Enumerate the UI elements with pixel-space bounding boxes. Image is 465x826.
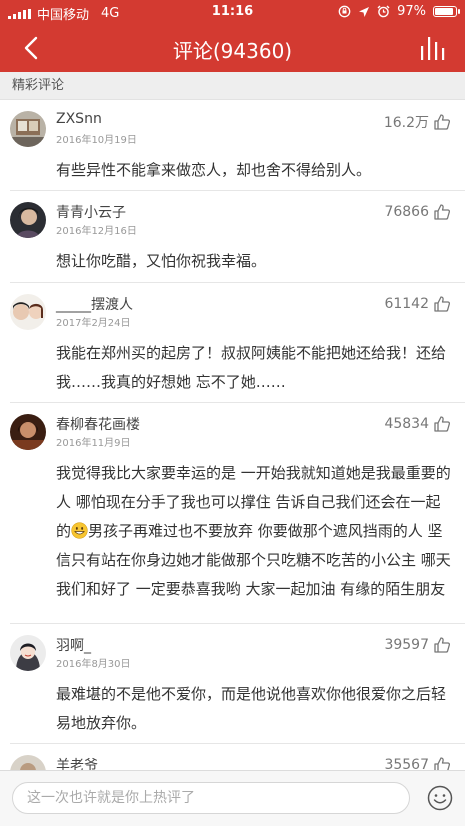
comment-item[interactable]: 羽啊_ 2016年8月30日 39597 最难堪的不是他不爱你，而是他说他喜欢你… [10,624,465,744]
comment-input[interactable]: 这一次也许就是你上热评了 [12,782,410,814]
thumb-up-icon[interactable] [433,415,451,433]
comment-username[interactable]: 羽啊_ [56,635,91,655]
rotation-lock-icon [338,5,351,18]
thumb-up-icon[interactable] [433,756,451,770]
section-header: 精彩评论 [0,72,465,100]
comment-username[interactable]: 春柳春花画楼 [56,414,140,434]
status-right: 97% [338,4,460,19]
chart-icon[interactable] [419,34,447,62]
alarm-icon [377,5,390,18]
like-count: 35567 [384,757,429,770]
thumb-up-icon[interactable] [433,636,451,654]
comment-date: 2016年8月30日 [56,659,131,670]
page-title: 评论(94360) [172,39,293,63]
avatar[interactable] [10,635,46,671]
comment-text: 我觉得我比大家要幸运的是 一开始我就知道她是我最重要的人 哪怕现在分手了我也可以… [56,459,451,604]
like-count: 16.2万 [383,115,429,131]
comment-username[interactable]: _____摆渡人 [56,294,133,314]
like-button[interactable]: 39597 [384,636,451,654]
comment-item[interactable]: 羊老爷 35567 [10,744,465,770]
like-count: 76866 [384,204,429,220]
thumb-up-icon[interactable] [433,295,451,313]
comment-username[interactable]: 青青小云子 [56,202,126,222]
comment-text-part: 男孩子再难过也不要放弃 你要做那个遮风挡雨的人 坚信只有站在你身边她才能做那个只… [56,522,451,598]
comment-item[interactable]: 春柳春花画楼 2016年11月9日 45834 我觉得我比大家要幸运的是 一开始… [10,403,465,624]
comment-username[interactable]: 羊老爷 [56,755,98,770]
avatar[interactable] [10,755,46,770]
like-count: 61142 [384,296,429,312]
comment-date: 2016年11月9日 [56,438,131,449]
avatar[interactable] [10,414,46,450]
battery-icon [433,6,460,17]
smiley-icon[interactable] [427,785,453,811]
comment-item[interactable]: _____摆渡人 2017年2月24日 61142 我能在郑州买的起房了！叔叔阿… [10,283,465,403]
like-count: 39597 [384,637,429,653]
comment-text: 有些异性不能拿来做恋人，却也舍不得给别人。 [56,161,372,179]
comment-date: 2017年2月24日 [56,318,131,329]
comment-item[interactable]: ZXSnn 2016年10月19日 16.2万 有些异性不能拿来做恋人，却也舍不… [10,100,465,191]
like-button[interactable]: 45834 [384,415,451,433]
comment-text: 最难堪的不是他不爱你，而是他说他喜欢你他很爱你之后轻易地放弃你。 [56,685,447,732]
comment-text: 我能在郑州买的起房了！叔叔阿姨能不能把她还给我！还给我……我真的好想她 忘不了她… [56,344,447,391]
like-count: 45834 [384,416,429,432]
avatar[interactable] [10,111,46,147]
avatar[interactable] [10,202,46,238]
like-button[interactable]: 16.2万 [384,112,451,132]
comment-username[interactable]: ZXSnn [56,111,102,127]
comment-text: 想让你吃醋，又怕你祝我幸福。 [56,252,267,270]
comment-date: 2016年10月19日 [56,135,137,146]
location-icon [359,6,370,17]
comment-input-bar: 这一次也许就是你上热评了 [0,770,465,826]
avatar[interactable] [10,294,46,330]
nav-bar: 评论(94360) [0,24,465,72]
like-button[interactable]: 61142 [384,295,451,313]
like-button[interactable]: 76866 [384,203,451,221]
comment-list[interactable]: ZXSnn 2016年10月19日 16.2万 有些异性不能拿来做恋人，却也舍不… [0,100,465,770]
like-button[interactable]: 35567 [384,756,451,770]
grinning-emoji [71,522,88,539]
comment-item[interactable]: 青青小云子 2016年12月16日 76866 想让你吃醋，又怕你祝我幸福。 [10,191,465,283]
battery-percent: 97% [397,4,426,19]
status-bar: 中国移动 4G 11:16 97% [0,0,465,24]
comment-date: 2016年12月16日 [56,226,137,237]
thumb-up-icon[interactable] [433,113,451,131]
thumb-up-icon[interactable] [433,203,451,221]
